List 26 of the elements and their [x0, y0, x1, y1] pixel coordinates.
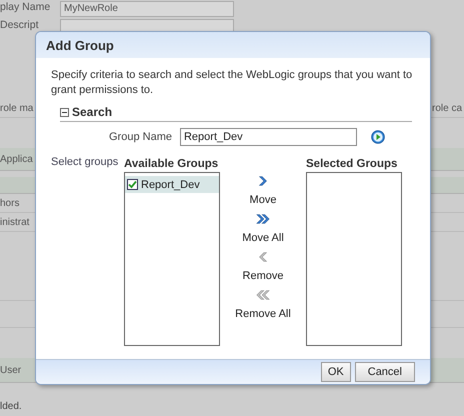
dialog-title: Add Group: [46, 38, 114, 52]
checkbox[interactable]: [127, 179, 138, 190]
list-title: Selected Groups: [306, 157, 398, 172]
ok-button[interactable]: OK: [320, 362, 351, 382]
list-item[interactable]: Report_Dev: [125, 176, 219, 193]
row-text: hors: [0, 198, 20, 208]
row-text: User: [0, 364, 22, 376]
text-field[interactable]: MyNewRole: [60, 1, 234, 17]
row-text: Applica: [0, 154, 33, 164]
collapse-icon[interactable]: [60, 108, 69, 116]
field-label: play Name: [0, 1, 52, 13]
row-text: inistrat: [0, 216, 30, 228]
status-text: lded.: [0, 401, 22, 412]
shuttle-button[interactable]: Move All: [242, 212, 284, 244]
field-label: Select groups: [51, 156, 118, 168]
list-title: Available Groups: [124, 157, 218, 172]
field-label: Descript: [0, 19, 40, 31]
cancel-button[interactable]: Cancel: [354, 362, 415, 382]
instructions-text: Specify criteria to search and select the WebLogic groups that you want to grant permissions to.: [51, 68, 414, 98]
field-label: Group Name: [109, 131, 172, 143]
row-text: role ca: [432, 102, 462, 114]
go-icon[interactable]: [370, 130, 385, 144]
section-title: Search: [72, 105, 112, 119]
group-name-field[interactable]: Report_Dev: [180, 128, 357, 146]
shuttle-button[interactable]: Move: [250, 174, 276, 206]
row-text: role ma: [0, 102, 34, 114]
